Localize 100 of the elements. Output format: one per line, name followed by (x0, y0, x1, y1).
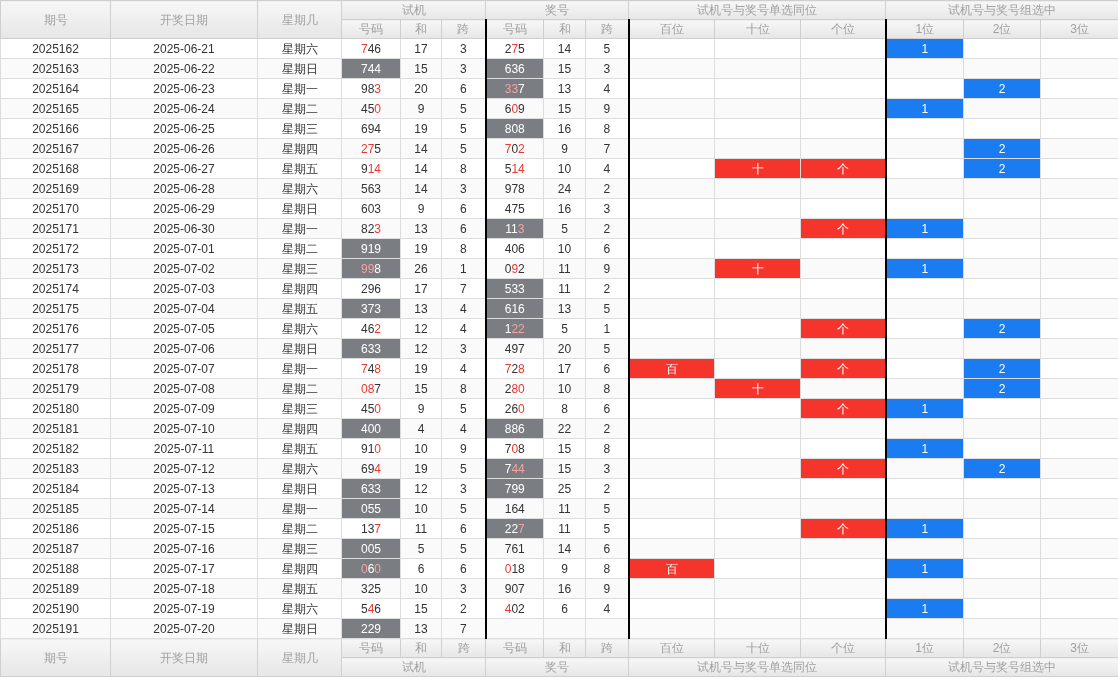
table-cell: 2025-07-07 (110, 358, 258, 379)
table-cell: 10 (543, 238, 586, 259)
table-cell: 2025168 (0, 158, 111, 179)
table-cell: 12 (400, 338, 442, 359)
table-cell: 2025-07-08 (110, 378, 258, 399)
table-cell: 122 (485, 318, 544, 339)
table-cell: 983 (341, 78, 401, 99)
table-cell: 星期一 (257, 358, 342, 379)
table-cell: 星期六 (257, 458, 342, 479)
table-cell: 2025-07-02 (110, 258, 258, 279)
table-cell: 19 (400, 118, 442, 139)
table-cell: 2025175 (0, 298, 111, 319)
table-cell: 9 (543, 558, 586, 579)
table-cell: 13 (400, 298, 442, 319)
table-cell: 087 (341, 378, 401, 399)
table-cell: 603 (341, 198, 401, 219)
table-cell: 星期五 (257, 438, 342, 459)
table-cell: 2025166 (0, 118, 111, 139)
table-cell: 星期六 (257, 318, 342, 339)
table-cell: 2025-07-04 (110, 298, 258, 319)
table-cell: 2025182 (0, 438, 111, 459)
table-cell: 星期二 (257, 98, 342, 119)
table-cell: 20 (400, 78, 442, 99)
table-cell: 2025189 (0, 578, 111, 599)
table-cell: 616 (485, 298, 544, 319)
table-cell: 2025-07-16 (110, 538, 258, 559)
group-match-cell: 1 (885, 38, 964, 59)
table-cell: 星期日 (257, 618, 342, 639)
table-cell: 2025174 (0, 278, 111, 299)
column-header: 开奖日期 (110, 638, 258, 677)
table-cell: 2025184 (0, 478, 111, 499)
group-match-cell: 1 (885, 218, 964, 239)
group-header: 试机号与奖号组选中 (885, 0, 1118, 20)
table-cell: 2025162 (0, 38, 111, 59)
table-cell: 914 (341, 158, 401, 179)
table-cell: 9 (400, 398, 442, 419)
table-cell: 5 (543, 218, 586, 239)
table-cell: 2025176 (0, 318, 111, 339)
table-cell: 2025-07-15 (110, 518, 258, 539)
table-cell: 450 (341, 98, 401, 119)
table-cell: 137 (341, 518, 401, 539)
table-cell: 星期六 (257, 178, 342, 199)
table-cell: 11 (543, 498, 586, 519)
table-cell: 910 (341, 438, 401, 459)
table-cell: 星期六 (257, 38, 342, 59)
table-cell: 2025-06-26 (110, 138, 258, 159)
table-cell: 11 (543, 278, 586, 299)
table-cell: 2025173 (0, 258, 111, 279)
table-cell: 2025179 (0, 378, 111, 399)
table-cell: 2025164 (0, 78, 111, 99)
table-cell: 6 (400, 558, 442, 579)
table-cell: 546 (341, 598, 401, 619)
position-match-cell: 百 (628, 358, 715, 379)
table-cell: 19 (400, 458, 442, 479)
table-cell: 6 (543, 598, 586, 619)
table-cell: 22 (543, 418, 586, 439)
table-cell: 2025-06-28 (110, 178, 258, 199)
group-match-cell: 1 (885, 398, 964, 419)
column-header: 期号 (0, 0, 111, 39)
table-cell: 15 (400, 378, 442, 399)
table-cell: 325 (341, 578, 401, 599)
table-cell: 星期一 (257, 498, 342, 519)
table-cell: 11 (543, 258, 586, 279)
table-cell: 563 (341, 178, 401, 199)
table-cell: 星期三 (257, 118, 342, 139)
table-cell: 227 (485, 518, 544, 539)
table-cell: 694 (341, 118, 401, 139)
table-cell: 星期六 (257, 598, 342, 619)
table-cell: 16 (543, 118, 586, 139)
table-cell: 5 (543, 318, 586, 339)
table-cell: 2025191 (0, 618, 111, 639)
table-cell: 2025-07-20 (110, 618, 258, 639)
table-cell: 886 (485, 418, 544, 439)
table-cell: 2025-07-01 (110, 238, 258, 259)
table-cell: 11 (543, 518, 586, 539)
table-cell: 14 (400, 158, 442, 179)
column-header: 星期几 (257, 0, 342, 39)
table-cell: 2025180 (0, 398, 111, 419)
table-cell: 15 (543, 58, 586, 79)
table-cell: 2025-06-29 (110, 198, 258, 219)
group-match-cell: 1 (885, 98, 964, 119)
table-cell: 10 (543, 158, 586, 179)
table-cell: 2025169 (0, 178, 111, 199)
table-cell: 14 (543, 38, 586, 59)
group-header: 试机号与奖号单选同位 (628, 0, 886, 20)
table-cell: 9 (400, 198, 442, 219)
table-cell: 14 (400, 138, 442, 159)
table-cell: 533 (485, 278, 544, 299)
table-cell: 2025183 (0, 458, 111, 479)
table-cell: 2025171 (0, 218, 111, 239)
table-cell: 16 (543, 578, 586, 599)
table-cell: 8 (543, 398, 586, 419)
table-cell: 2025167 (0, 138, 111, 159)
table-cell: 星期一 (257, 218, 342, 239)
table-cell: 2025-07-06 (110, 338, 258, 359)
table-cell: 星期四 (257, 418, 342, 439)
table-cell: 2025-07-10 (110, 418, 258, 439)
table-cell: 12 (400, 318, 442, 339)
table-cell: 2025-06-25 (110, 118, 258, 139)
table-cell: 2025-06-21 (110, 38, 258, 59)
